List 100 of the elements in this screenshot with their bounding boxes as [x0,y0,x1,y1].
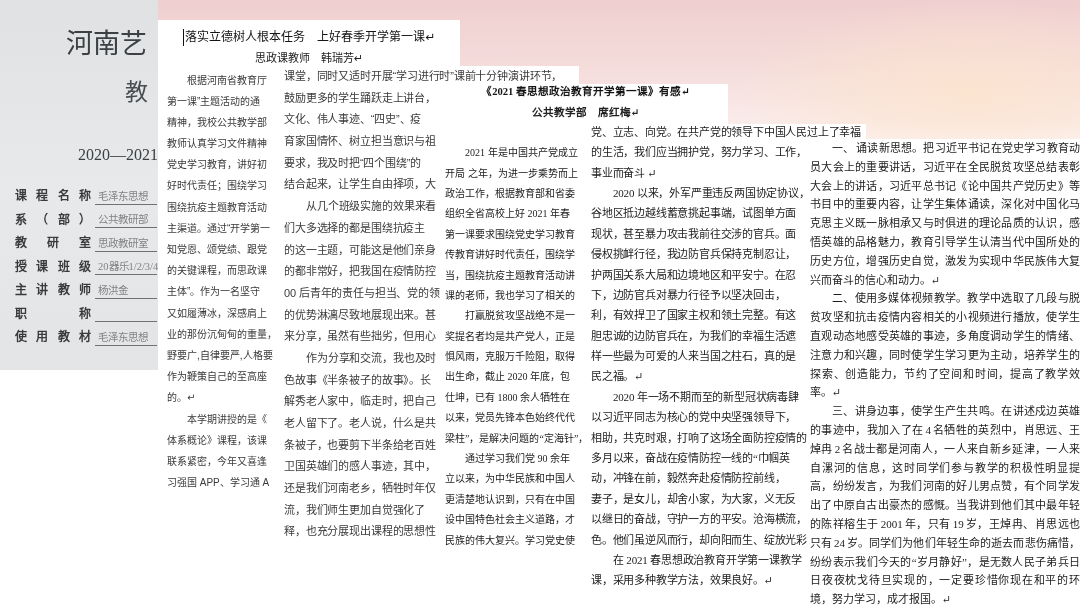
text-line: 还是我们河南老乡，牺牲时年仅 [284,482,436,496]
text-line: 开局 之年，为进一步乘势而上 [445,166,578,180]
text-line: 侵权挑衅行径，我边防官兵保持克制忍让， [591,248,797,262]
text-line: 的优势淋漓尽致地展现出来。甚 [284,308,436,322]
text-line: 育家国情怀、树立担当意识与祖 [284,135,436,149]
text-line: 课的老师，我也学习了相关的 [445,288,575,302]
text-line: 又如履薄冰，深感肩上 [167,306,267,320]
text-line: 党、立志、向党。在共产党的领导下中国人民过上了幸福 [591,125,861,139]
text-line: 条被子，也要剪下半条给老百姓 [284,438,436,452]
text-line: 课堂，同时又适时开展“学习进行时”课前十分钟演讲环节， [284,70,563,83]
form-value: 杨洪金 [95,282,157,299]
text-line: 习强国 APP、学习通 A [167,476,270,490]
text-line: 作为鞭策自己的至高座 [167,370,267,384]
form-label: 系（部） [15,212,91,228]
text-line: 通过学习我们党 90 余年 [465,452,570,466]
text-line: 出生命，截止 2020 年底，包 [445,370,570,384]
text-line: 政治工作，根据教育部和省委 [445,186,575,200]
paragraph: 三、讲身边事，使学生产生共鸣。在讲述戍边英雄的事迹中，我加入了在 4 名牺牲的英烈中，肖思远、王焯冉 2 名战士都是河南人，一人来自新乡延津，一人来自漯河的信息，这时同学们参与教学的积极性明显提高，纷纷发言，为我们河南的好儿男点赞，有个同学发出了中原自古出豪杰的感慨。当我讲到他们其中最年轻的陈祥榕生于 2001 年，只有 19 岁，王焯冉、肖思远也只有 24 岁。同学们为他们年轻生命的逝去而悲伤痛惜，纷纷表示我们今天的“岁月静好”，是无数人民子弟兵日日夜夜枕戈待旦实现的，一定要珍惜你现在和平的环境，努力学习，成才报国。↵ [810,404,1080,608]
text-line: 第一课”主题活动的通 [167,94,261,108]
text-line: 2020 年一场不期而至的新型冠状病毒肆 [613,390,799,404]
form-label: 授课班级 [15,259,91,275]
essay-byline: 公共教学部 席红梅↵ [531,106,640,120]
text-line: 惧风雨，克服万千险阻，取得 [445,350,575,364]
text-line: 多月以来，奋战在疫情防控一线的“巾帼英 [591,452,791,466]
text-line: 的这一主题，可能这是他们亲身 [284,243,436,257]
text-line: 主体”。作为一名坚守 [167,285,261,299]
text-line: 以继日的奋战，守护一方的平安。沧海横流， [591,513,807,527]
text-line: 党史学习教育，讲好初 [167,158,267,172]
paragraph: 一、 诵读新思想。把习近平书记在党史学习教育动员大会上的重要讲话，习近平在全民脱贫攻坚总结表彰大会上的讲话，习近平总书记《论中国共产党历史》等书目中的重要内容，让学生集体诵读，深化对中国化马克思主义既一脉相承又与时俱进的理论品质的认识，感悟英雄的品格魅力，教育引导学生认清当代中国所处的历史方位，增强历史自觉，激发为实现中华民族伟大复兴而奋斗的信心和动力。↵ [810,141,1080,288]
cover-title: 河南艺 [66,29,147,59]
text-line: 相助，共克时艰，打响了这场全面防控疫情的 [591,431,807,445]
academic-years: 2020—2021 [78,146,158,164]
text-line: 打赢脱贫攻坚战绝不是一 [465,309,575,323]
text-line: 护两国关系大局和边境地区和平安宁。在忍 [591,268,797,282]
text-line: 教师认真学习文件精神 [167,137,267,151]
form-label: 主讲教师 [15,283,91,299]
form-value: 公共教研部 [95,212,157,229]
essay-title: 落实立德树人根本任务 上好春季开学第一课↵ [185,29,436,45]
text-line: 解秀老人家中，临走时，把自己 [284,395,436,409]
text-line: 以习近平同志为核心的党中央坚强领导下， [591,411,797,425]
text-line: 卫国英雄们的感人事迹，其中， [284,460,436,474]
text-line: 们大多选择的都是围绕抗疫主 [284,221,426,235]
text-line: 结合起来，让学生自由择项，大 [284,178,436,192]
text-line: 样一些最为可爱的人来当国之柱石，真的是 [591,350,797,364]
text-line: 2021 年是中国共产党成立 [465,146,578,160]
text-line: 精神，我校公共教学部 [167,115,267,129]
text-cursor-icon [182,28,185,46]
text-line: 设中国特色社会主义道路，才 [445,513,575,527]
text-line: 动，冲锋在前，毅然奔赴疫情防控前线， [591,472,786,486]
text-line: 课，采用多种教学方法，效果良好。↵ [591,574,773,588]
text-line: 以来，党员先锋本色始终代代 [445,411,575,425]
text-line: 流，我们师生更加自觉强化了 [284,503,426,517]
text-line: 好时代责任；围绕学习 [167,179,267,193]
text-line: 民族的伟大复兴。学习党史使 [445,533,575,547]
text-line: 组织全省高校上好 2021 年春 [445,207,570,221]
text-line: 第一课要求围绕党史学习教育 [445,227,575,241]
text-line: 仕坤，已有 1800 余人牺牲在 [445,390,570,404]
text-line: 00 后青年的责任与担当、党的领 [284,286,440,300]
text-line: 利，有效捍卫了国家主权和领土完整。有这 [591,309,797,323]
text-line: 业的那份沉甸甸的重量， [167,327,277,341]
form-value: 毛泽东思想 [95,188,157,205]
form-label: 职称 [15,306,91,322]
text-line: 事业而奋斗 ↵ [591,166,657,180]
form-label: 课程名称 [15,189,91,205]
text-line: 妻子，是女儿，却舍小家，为大家，义无反 [591,492,797,506]
form-label: 使用教材 [15,330,91,346]
text-line: 2020 以来，外军严重违反两国协定协议， [613,186,810,200]
text-line: 现状，甚至暴力攻击我前往交涉的官兵。面 [591,227,797,241]
text-line: 来分享，虽然有些拙劣，但用心 [284,330,436,344]
text-line: 知党恩、颂党绩、跟党 [167,243,267,256]
text-line: 的生活，我们应当拥护党，努力学习、工作， [591,146,807,160]
text-line: 文化、伟人事迹、“四史”、疫 [284,113,422,127]
paragraph: 二、使用多媒体视频教学。教学中选取了几段与脱贫攻坚和抗击疫情内容相关的小视频进行播放，使学生直观动态地感受英雄的事迹，多角度调动学生的情绪、注意力和兴趣，同时使学生学习更为主动，培养学生的探索、创造能力，节约了空间和时间，提高了教学效率。↵ [810,291,1080,401]
text-line: 在 2021 春思想政治教育开学第一课教学 [613,554,802,567]
text-line: 奖提名者均是共产党人，正是 [445,329,575,343]
text-line: 梁柱”，是解决问题的“定海针”， [445,431,589,445]
text-line: 的关键课程，而思政课 [167,264,267,278]
text-line: 野要广,自律要严,人格要 [167,348,273,362]
text-line: 民之福。↵ [591,370,644,384]
text-line: 本学期讲授的是《 [187,412,267,426]
text-line: 胆忠诚的边防官兵在，为我们的幸福生活遮 [591,329,797,343]
text-line: 老人留下了。老人说，什么是共 [284,417,436,430]
text-line: 的。↵ [167,391,196,405]
text-line: 当，围绕抗疫主题教育活动讲 [445,268,575,282]
text-line: 释，也充分展现出课程的思想性 [284,525,436,539]
cover-subtitle: 教 [125,79,148,105]
text-line: 色故事《半条被子的故事》。长 [284,373,431,387]
text-line: 更清楚地认识到，只有在中国 [445,492,575,506]
text-line: 体系概论》课程，该课 [167,433,267,447]
text-line: 传教育讲好时代责任，围绕学 [445,248,575,262]
text-line: 下，边防官兵对暴力行径予以坚决回击， [591,288,786,302]
form-value: 20器乐1/2/3/4 [95,259,157,276]
form-value: 思政教研室 [95,235,157,252]
text-line: 根据河南省教育厅 [187,73,267,87]
text-line: 要求，我及时把“四个围绕”的 [284,156,422,170]
text-line: 联系紧密，今年又喜逢 [167,454,267,468]
form-value: 毛泽东思想 [95,329,157,346]
text-line: 谷地区抵边越线蓄意挑起事端，试图单方面 [591,207,797,221]
form-label: 教研室 [15,236,91,252]
essay-byline: 思政课教师 韩瑞芳↵ [254,51,364,66]
